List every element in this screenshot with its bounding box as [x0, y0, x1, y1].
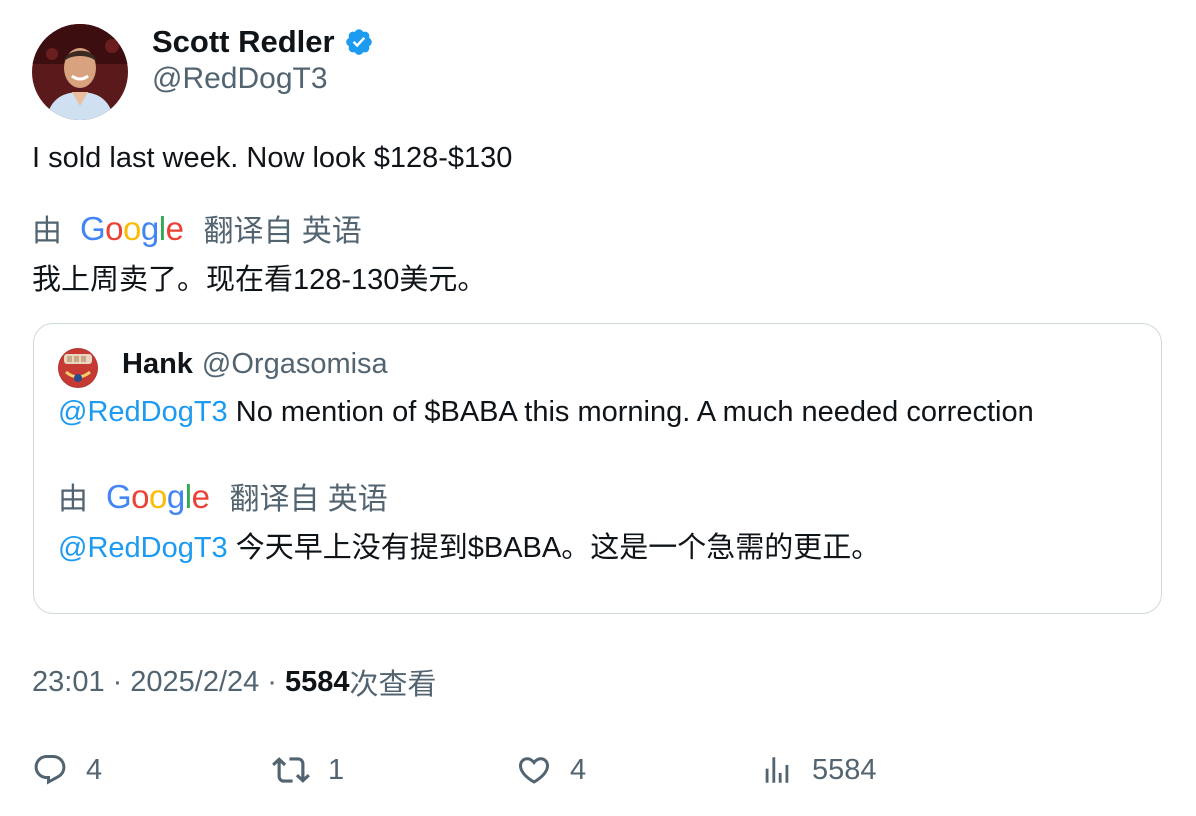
like-button[interactable]: 4 [516, 748, 586, 792]
like-count: 4 [570, 753, 587, 786]
views-action-count: 5584 [812, 753, 877, 786]
reply-count: 4 [86, 753, 103, 786]
quote-mention-link[interactable]: @RedDogT3 [58, 396, 228, 428]
views-button[interactable]: 5584 [760, 748, 877, 792]
tweet-translated-text: 我上周卖了。现在看128-130美元。 [32, 264, 487, 296]
quote-google-logo: Google [106, 477, 210, 515]
analytics-icon [765, 757, 789, 783]
translated-from-label: 翻译自 英语 [203, 215, 362, 248]
views-count: 5584 [284, 665, 350, 698]
tweet-time[interactable]: 23:01 [32, 666, 105, 699]
author-avatar[interactable] [32, 24, 128, 120]
retweet-icon [272, 757, 310, 783]
meta-separator: · [267, 665, 277, 698]
meta-separator: · [112, 665, 123, 698]
quote-translation-attribution: 由 Google 翻译自 英语 [58, 476, 388, 517]
tweet-text: I sold last week. Now look $128-$130 [32, 142, 513, 174]
author-name-row[interactable]: Scott Redler [152, 22, 374, 62]
heart-icon [518, 757, 550, 784]
quote-translated-by-label: 由 [58, 483, 88, 516]
reply-icon [34, 755, 66, 785]
translation-attribution: 由 Google 翻译自 英语 [32, 208, 362, 249]
author-name[interactable]: Scott Redler [152, 24, 335, 60]
google-logo: Google [80, 209, 184, 247]
tweet-date[interactable]: 2025/2/24 [130, 666, 259, 699]
retweet-button[interactable]: 1 [272, 748, 344, 792]
author-avatar-image [32, 24, 128, 120]
quote-author-row[interactable]: Hank @Orgasomisa [122, 344, 388, 384]
quote-body: No mention of $BABA this morning. A much… [227, 396, 1034, 428]
quote-avatar-image [58, 348, 98, 388]
author-handle[interactable]: @RedDogT3 [152, 62, 328, 96]
reply-button[interactable]: 4 [32, 748, 102, 792]
translated-by-label: 由 [32, 215, 62, 248]
quote-translated-mention-link[interactable]: @RedDogT3 [58, 532, 228, 564]
tweet-detail: Scott Redler @RedDogT3 I sold last week.… [0, 0, 1196, 816]
views-label: 次查看 [349, 669, 437, 701]
quote-translated-from-label: 翻译自 英语 [229, 483, 388, 516]
quote-author-name[interactable]: Hank [122, 348, 193, 381]
quote-translated-body: 今天早上没有提到$BABA。这是一个急需的更正。 [227, 532, 881, 564]
retweet-count: 1 [328, 753, 345, 786]
verified-badge-icon[interactable] [344, 27, 374, 57]
quoted-tweet-card[interactable]: Hank @Orgasomisa @RedDogT3 No mention of… [33, 323, 1162, 614]
quote-translated-text: @RedDogT3 今天早上没有提到$BABA。这是一个急需的更正。 [58, 524, 880, 566]
tweet-meta: 23:01 · 2025/2/24 · 5584 次查看 [32, 662, 436, 702]
quote-text: @RedDogT3 No mention of $BABA this morni… [58, 396, 1034, 429]
quote-author-handle[interactable]: @Orgasomisa [202, 348, 388, 381]
quote-author-avatar[interactable] [58, 348, 98, 388]
